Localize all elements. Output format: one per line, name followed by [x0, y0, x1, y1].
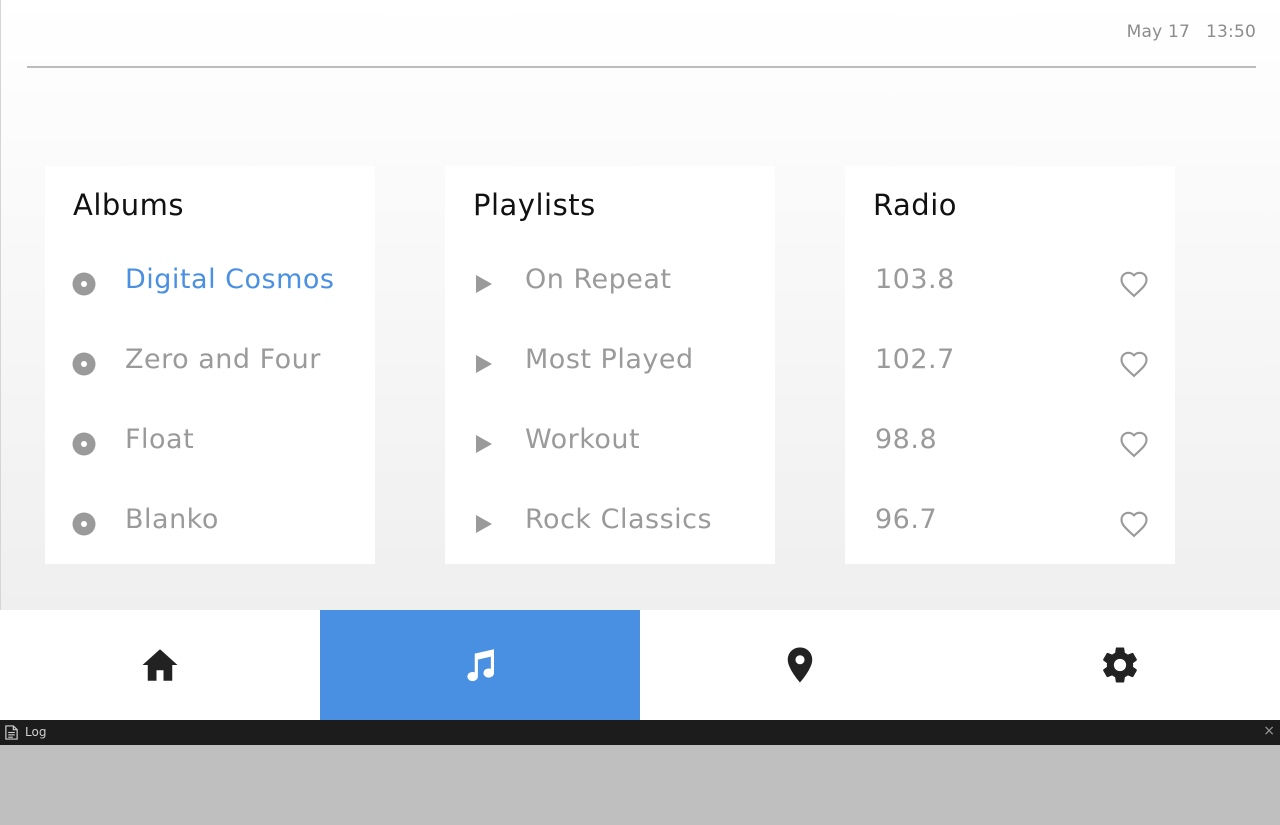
albums-title: Albums	[73, 188, 185, 222]
heart-icon[interactable]	[1119, 510, 1149, 538]
playlist-label: Most Played	[525, 344, 694, 375]
home-icon	[142, 649, 178, 681]
playlist-label: Rock Classics	[525, 504, 713, 535]
status-time: 13:50	[1206, 22, 1256, 42]
albums-card: Albums Digital Cosmos Zero and Four Floa…	[45, 166, 375, 564]
heart-icon[interactable]	[1119, 350, 1149, 378]
radio-frequency: 98.8	[875, 424, 938, 455]
heart-icon[interactable]	[1119, 270, 1149, 298]
tab-music[interactable]	[320, 610, 640, 720]
album-item-zero-and-four[interactable]: Zero and Four	[45, 324, 375, 404]
disc-icon	[72, 272, 96, 296]
album-item-float[interactable]: Float	[45, 404, 375, 484]
radio-frequency: 96.7	[875, 504, 938, 535]
radio-title: Radio	[873, 188, 957, 222]
disc-icon	[72, 352, 96, 376]
radio-list: 103.8 102.7 98.8 96.7	[845, 244, 1175, 564]
album-label: Blanko	[125, 504, 219, 535]
map-pin-icon	[787, 647, 813, 683]
play-icon	[476, 515, 492, 533]
music-note-icon	[467, 649, 495, 682]
playlist-item-rock-classics[interactable]: Rock Classics	[445, 484, 775, 564]
playlist-item-most-played[interactable]: Most Played	[445, 324, 775, 404]
album-item-digital-cosmos[interactable]: Digital Cosmos	[45, 244, 375, 324]
radio-station-item[interactable]: 96.7	[845, 484, 1175, 564]
log-title: Log	[25, 725, 47, 739]
play-icon	[476, 275, 492, 293]
top-bar: May 17 13:50	[27, 0, 1256, 68]
heart-icon[interactable]	[1119, 430, 1149, 458]
tab-settings[interactable]	[960, 610, 1280, 720]
radio-frequency: 102.7	[875, 344, 955, 375]
albums-list: Digital Cosmos Zero and Four Float Blank…	[45, 244, 375, 564]
log-panel-header: Log ×	[0, 720, 1280, 745]
play-icon	[476, 435, 492, 453]
play-icon	[476, 355, 492, 373]
album-label: Float	[125, 424, 195, 455]
main-screen: May 17 13:50 Albums Digital Cosmos Zero a…	[0, 0, 1280, 610]
playlist-label: On Repeat	[525, 264, 672, 295]
bottom-nav	[0, 610, 1280, 720]
album-label: Zero and Four	[125, 344, 321, 375]
playlist-label: Workout	[525, 424, 641, 455]
radio-station-item[interactable]: 98.8	[845, 404, 1175, 484]
document-icon	[5, 725, 18, 740]
tab-location[interactable]	[640, 610, 960, 720]
album-item-blanko[interactable]: Blanko	[45, 484, 375, 564]
album-label: Digital Cosmos	[125, 264, 335, 295]
radio-station-item[interactable]: 102.7	[845, 324, 1175, 404]
disc-icon	[72, 512, 96, 536]
radio-station-item[interactable]: 103.8	[845, 244, 1175, 324]
radio-frequency: 103.8	[875, 264, 955, 295]
log-close-button[interactable]: ×	[1263, 723, 1275, 739]
status-date: May 17	[1126, 22, 1190, 42]
disc-icon	[72, 432, 96, 456]
log-content	[0, 745, 1280, 825]
playlist-item-on-repeat[interactable]: On Repeat	[445, 244, 775, 324]
status-datetime: May 17 13:50	[1127, 22, 1256, 42]
tab-home[interactable]	[0, 610, 320, 720]
radio-card: Radio 103.8 102.7 98.8 96.7	[845, 166, 1175, 564]
playlists-card: Playlists On Repeat Most Played Workout …	[445, 166, 775, 564]
gear-icon	[1103, 647, 1137, 683]
playlists-list: On Repeat Most Played Workout Rock Class…	[445, 244, 775, 564]
playlists-title: Playlists	[473, 188, 596, 222]
playlist-item-workout[interactable]: Workout	[445, 404, 775, 484]
